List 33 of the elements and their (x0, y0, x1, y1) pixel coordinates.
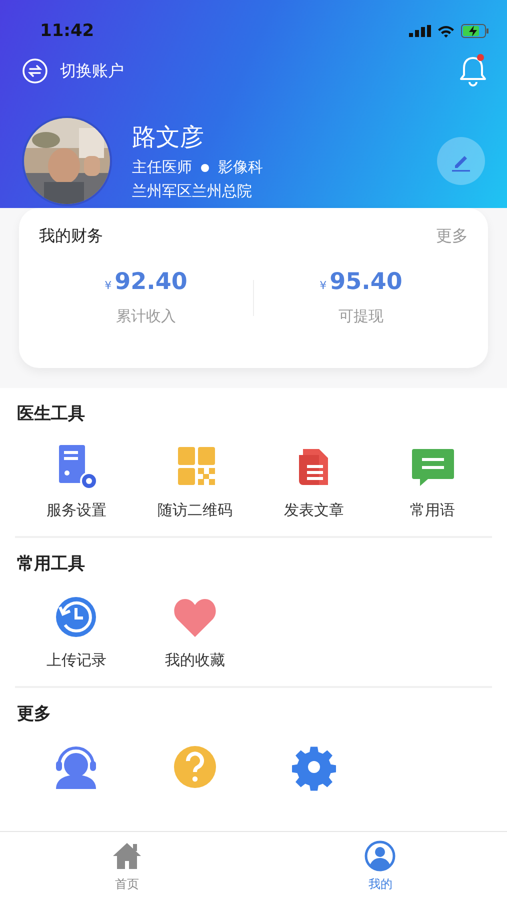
battery-charging-icon (461, 24, 489, 38)
bell-icon[interactable] (457, 54, 489, 88)
user-circle-icon (364, 840, 396, 872)
doctor-name: 路文彦 (132, 122, 205, 153)
wifi-icon (437, 24, 455, 38)
currency-sign: ¥ (320, 279, 327, 292)
edit-button[interactable] (437, 137, 485, 185)
doctor-title: 主任医师 (132, 158, 192, 177)
department: 影像科 (218, 158, 263, 177)
swap-icon (22, 58, 48, 84)
tool-button[interactable]: 上传记录 (17, 593, 136, 670)
amount-label: 可提现 (338, 307, 384, 326)
tool-button[interactable]: 发表文章 (254, 443, 374, 520)
amount-label: 累计收入 (116, 307, 176, 326)
status-time: 11:42 (40, 21, 94, 41)
hospital-name: 兰州军区兰州总院 (132, 182, 253, 201)
amount-value: 95.40 (330, 269, 402, 295)
card-title: 我的财务 (39, 226, 103, 247)
currency-sign: ¥ (104, 279, 112, 292)
switch-account-button[interactable]: 切换账户 (22, 58, 124, 84)
section-title: 常用工具 (17, 553, 86, 575)
tab[interactable]: 首页 (0, 832, 254, 900)
signal-icon (409, 25, 431, 37)
bullet-dot (201, 164, 209, 172)
home-icon (110, 840, 143, 872)
section-title: 更多 (17, 703, 52, 725)
amount-value: 92.40 (114, 269, 188, 295)
tool-button[interactable]: 我的收藏 (136, 593, 254, 670)
section-title: 医生工具 (17, 403, 86, 425)
tool-button[interactable]: 随访二维码 (136, 443, 254, 520)
tool-button[interactable]: 服务设置 (17, 443, 136, 520)
tab[interactable]: 我的 (254, 832, 507, 900)
tool-button[interactable]: 常用语 (373, 443, 492, 520)
